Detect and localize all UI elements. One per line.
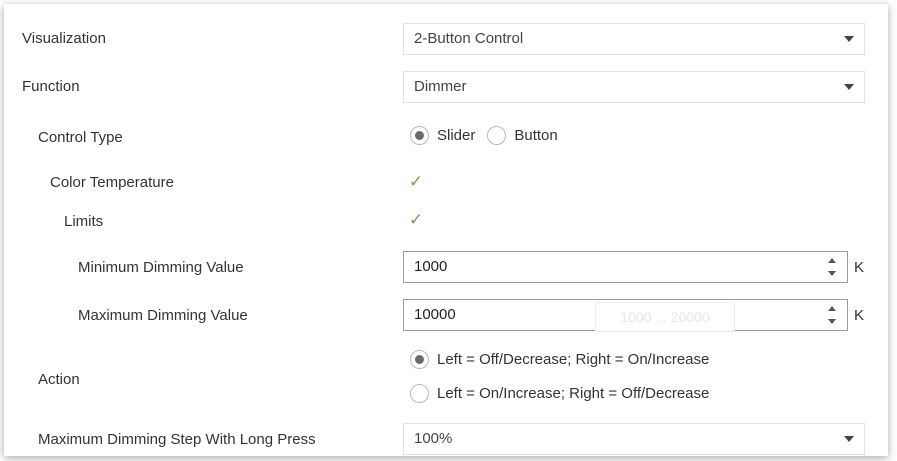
- action-radio-1-label[interactable]: Left = Off/Decrease; Right = On/Increase: [437, 351, 709, 368]
- limits-checkbox[interactable]: ✓: [406, 210, 426, 230]
- spinner-up-icon[interactable]: [828, 258, 836, 263]
- minimum-dimming-label: Minimum Dimming Value: [78, 259, 244, 276]
- action-option-2: Left = On/Increase; Right = Off/Decrease: [410, 384, 709, 403]
- color-temperature-checkbox[interactable]: ✓: [406, 172, 426, 192]
- visualization-label: Visualization: [22, 30, 106, 47]
- action-radio-2[interactable]: [410, 384, 429, 403]
- action-label: Action: [38, 371, 80, 388]
- action-radio-1[interactable]: [410, 350, 429, 369]
- function-select[interactable]: Dimmer: [403, 71, 865, 103]
- slider-radio[interactable]: [410, 126, 429, 145]
- limits-label: Limits: [64, 213, 104, 230]
- max-dimming-step-select[interactable]: 100%: [403, 423, 865, 455]
- control-type-radio-group: Slider Button: [410, 126, 558, 145]
- slider-radio-label[interactable]: Slider: [437, 127, 475, 144]
- chevron-down-icon: [844, 436, 854, 442]
- button-radio[interactable]: [487, 126, 507, 145]
- spinner-icon[interactable]: [827, 255, 839, 279]
- spinner-down-icon[interactable]: [828, 319, 836, 324]
- button-radio-label[interactable]: Button: [514, 127, 557, 144]
- spinner-up-icon[interactable]: [828, 306, 836, 311]
- range-tooltip: 1000 ... 20000: [595, 302, 735, 332]
- visualization-value: 2-Button Control: [414, 30, 524, 47]
- maximum-dimming-label: Maximum Dimming Value: [78, 307, 248, 324]
- action-option-1: Left = Off/Decrease; Right = On/Increase: [410, 350, 709, 369]
- max-dimming-step-label: Maximum Dimming Step With Long Press: [38, 431, 316, 448]
- maximum-dimming-value: 10000: [414, 306, 456, 323]
- max-dimming-step-value: 100%: [414, 430, 453, 447]
- spinner-icon[interactable]: [827, 303, 839, 327]
- chevron-down-icon: [844, 84, 854, 90]
- spinner-down-icon[interactable]: [828, 271, 836, 276]
- function-value: Dimmer: [414, 78, 467, 95]
- function-label: Function: [22, 78, 80, 95]
- maximum-dimming-unit: K: [854, 307, 865, 324]
- minimum-dimming-value: 1000: [414, 258, 448, 275]
- minimum-dimming-unit: K: [854, 259, 865, 276]
- chevron-down-icon: [844, 36, 854, 42]
- settings-panel: Visualization 2-Button Control Function …: [4, 4, 888, 456]
- action-radio-2-label[interactable]: Left = On/Increase; Right = Off/Decrease: [437, 385, 709, 402]
- minimum-dimming-input[interactable]: 1000: [403, 251, 848, 283]
- visualization-select[interactable]: 2-Button Control: [403, 23, 865, 55]
- color-temperature-label: Color Temperature: [50, 174, 174, 191]
- control-type-label: Control Type: [38, 129, 123, 146]
